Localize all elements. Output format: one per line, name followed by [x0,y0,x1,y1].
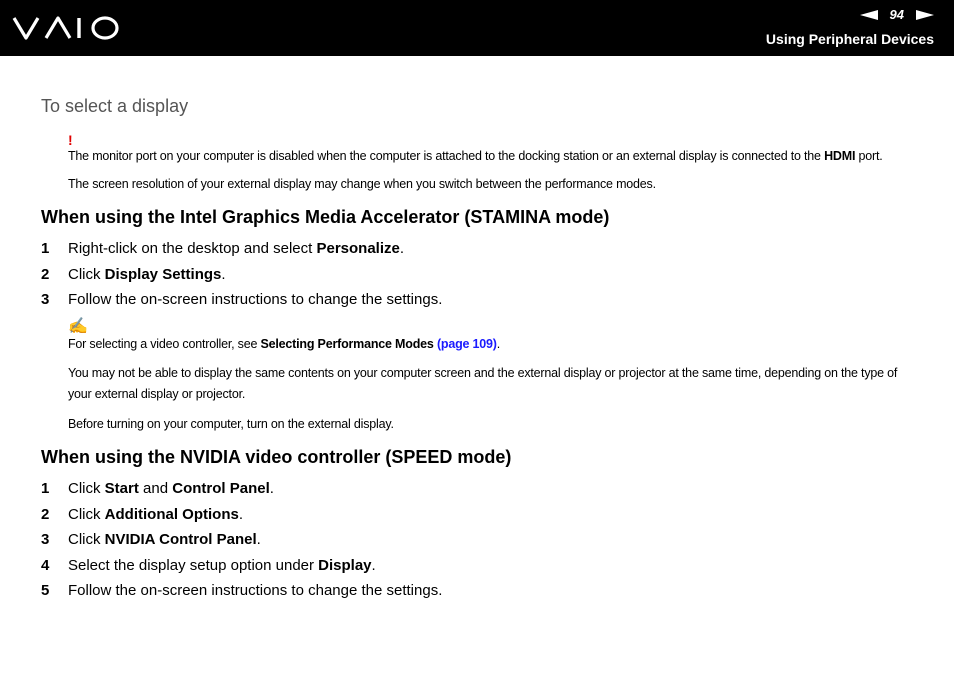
warning-block: ! The monitor port on your computer is d… [68,133,921,193]
steps-list-stamina: 1 Right-click on the desktop and select P… [41,236,921,313]
steps-list-speed: 1 Click Start and Control Panel. 2 Click A… [41,476,921,604]
list-item: 1 Click Start and Control Panel. [41,480,274,498]
list-item: 5 Follow the on-screen instructions to ch… [41,582,443,600]
note-text-before: Before turning on your computer, turn on… [68,416,394,431]
warning-icon: ! [68,132,73,148]
list-item: 3 Click NVIDIA Control Panel. [41,531,261,549]
note-block: ✍ For selecting a video controller, see … [68,317,921,433]
list-item: 2 Click Display Settings. [41,265,226,283]
section-heading-stamina: When using the Intel Graphics Media Acce… [41,207,610,227]
list-item: 4 Select the display setup option under D… [41,556,376,574]
page-navigation: 94 [859,7,934,22]
previous-page-arrow-icon[interactable] [859,9,878,20]
note-text-display: You may not be able to display the same … [68,365,898,401]
next-page-arrow-icon[interactable] [916,9,934,20]
page-link[interactable]: (page 109) [437,337,497,351]
vaio-logo-icon [12,16,119,40]
main-content: To select a display ! The monitor port o… [41,96,921,604]
list-item: 2 Click Additional Options. [41,505,243,523]
warning-text-resolution: The screen resolution of your external d… [68,177,656,191]
warning-text: The monitor port on your computer is dis… [68,149,883,163]
note-text-selecting: For selecting a video controller, see Se… [68,336,501,351]
list-item: 3 Follow the on-screen instructions to ch… [41,291,443,309]
section-title: Using Peripheral Devices [765,31,934,47]
list-item: 1 Right-click on the desktop and select P… [41,240,405,258]
page-header: 94 Using Peripheral Devices [0,0,954,56]
page-subtitle: To select a display [41,96,189,116]
pencil-note-icon: ✍ [68,317,88,335]
section-heading-speed: When using the NVIDIA video controller (… [41,446,512,467]
page-number: 94 [889,7,904,22]
